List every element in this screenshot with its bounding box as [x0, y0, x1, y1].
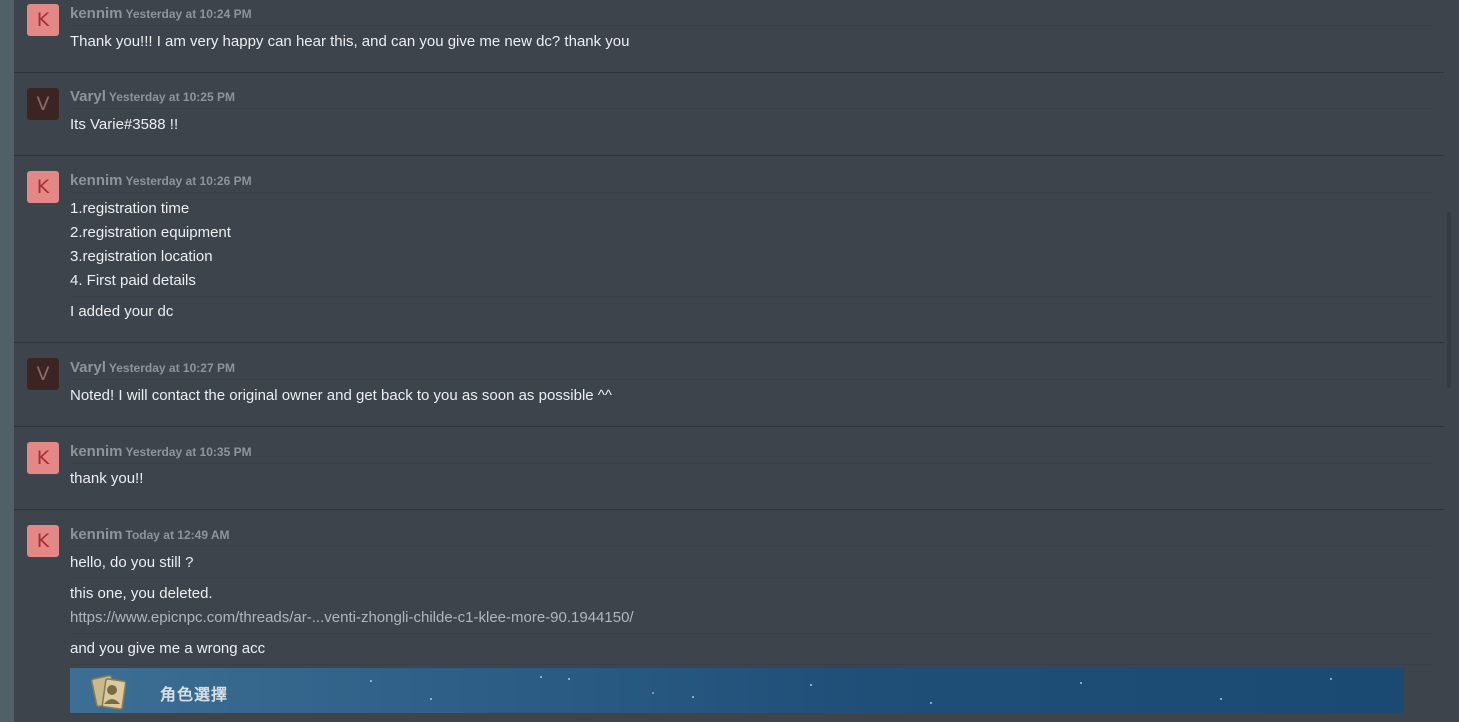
- message-divider: [70, 296, 1432, 297]
- sparkle: [1330, 678, 1332, 680]
- timestamp: Today at 12:49 AM: [125, 528, 230, 542]
- message-divider: [70, 633, 1432, 634]
- message-group: K kennim Yesterday at 10:35 PM thank you!…: [14, 427, 1444, 510]
- message-group: V Varyl Yesterday at 10:25 PM Its Varie#3…: [14, 73, 1444, 156]
- avatar[interactable]: V: [27, 88, 59, 120]
- timestamp: Yesterday at 10:35 PM: [125, 445, 252, 459]
- timestamp: Yesterday at 10:25 PM: [108, 90, 235, 104]
- message-divider: [70, 664, 1432, 665]
- message-group: V Varyl Yesterday at 10:27 PM Noted! I wi…: [14, 343, 1444, 427]
- message-text: I added your dc: [70, 303, 174, 320]
- message-divider: [70, 578, 1432, 579]
- sparkle: [810, 684, 812, 686]
- timestamp: Yesterday at 10:24 PM: [125, 7, 252, 21]
- message-text: Its Varie#3588 !!: [70, 116, 179, 133]
- avatar[interactable]: K: [27, 171, 59, 203]
- sparkle: [540, 676, 542, 678]
- message-header: Varyl Yesterday at 10:25 PM: [70, 88, 1432, 109]
- message-text: and you give me a wrong acc: [70, 640, 266, 657]
- message-group: K kennim Yesterday at 10:26 PM 1.registra…: [14, 156, 1444, 343]
- message-text: hello, do you still ?: [70, 554, 194, 571]
- message-text: Noted! I will contact the original owner…: [70, 387, 612, 404]
- author-name[interactable]: kennim: [70, 526, 123, 543]
- sparkle: [692, 696, 694, 698]
- attachment-row: 角色選擇: [14, 668, 1444, 722]
- message-header: kennim Today at 12:49 AM: [70, 526, 1432, 547]
- left-edge-strip: [0, 0, 14, 722]
- message-link[interactable]: https://www.epicnpc.com/threads/ar-...ve…: [70, 609, 634, 626]
- timestamp: Yesterday at 10:26 PM: [125, 174, 252, 188]
- message-header: kennim Yesterday at 10:26 PM: [70, 172, 1432, 193]
- sparkle: [370, 680, 372, 682]
- message-text: this one, you deleted.: [70, 585, 213, 602]
- message-header: kennim Yesterday at 10:35 PM: [70, 443, 1432, 464]
- avatar[interactable]: K: [27, 525, 59, 557]
- attachment-title: 角色選擇: [160, 685, 229, 704]
- avatar[interactable]: V: [27, 358, 59, 390]
- sparkle: [652, 692, 654, 694]
- image-attachment[interactable]: 角色選擇: [70, 668, 1404, 713]
- message-list: K kennim Yesterday at 10:24 PM Thank you!…: [14, 0, 1444, 722]
- sparkle: [430, 698, 432, 700]
- avatar[interactable]: K: [27, 442, 59, 474]
- message-group: K kennim Today at 12:49 AM hello, do you …: [14, 510, 1444, 722]
- avatar[interactable]: K: [27, 4, 59, 36]
- message-text: 2.registration equipment: [70, 224, 231, 241]
- message-text: thank you!!: [70, 470, 144, 487]
- author-name[interactable]: kennim: [70, 172, 123, 189]
- message-header: Varyl Yesterday at 10:27 PM: [70, 359, 1432, 380]
- message-text: 3.registration location: [70, 248, 213, 265]
- sparkle: [930, 702, 932, 704]
- message-text: 1.registration time: [70, 200, 190, 217]
- message-text: 4. First paid details: [70, 272, 196, 289]
- sparkle: [1080, 682, 1082, 684]
- author-name[interactable]: kennim: [70, 5, 123, 22]
- message-group: K kennim Yesterday at 10:24 PM Thank you!…: [14, 0, 1444, 73]
- author-name[interactable]: Varyl: [70, 359, 106, 376]
- scrollbar-thumb[interactable]: [1447, 212, 1451, 388]
- author-name[interactable]: Varyl: [70, 88, 106, 105]
- message-text: Thank you!!! I am very happy can hear th…: [70, 33, 630, 50]
- sparkle: [568, 678, 570, 680]
- author-name[interactable]: kennim: [70, 443, 123, 460]
- message-header: kennim Yesterday at 10:24 PM: [70, 5, 1432, 26]
- timestamp: Yesterday at 10:27 PM: [108, 361, 235, 375]
- sparkle: [1220, 698, 1222, 700]
- character-cards-icon: [90, 674, 127, 710]
